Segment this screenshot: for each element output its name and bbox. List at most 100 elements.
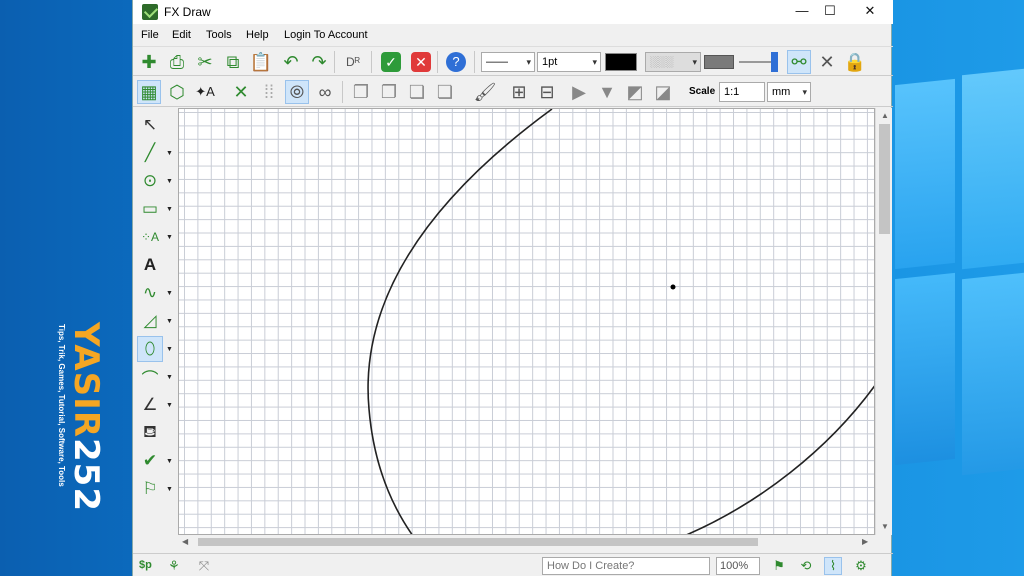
label-point-tool-icon[interactable]: ⁘A <box>137 224 163 250</box>
slider-icon[interactable] <box>771 52 778 72</box>
angle-mark-tool-icon[interactable]: ∠ <box>137 392 163 418</box>
tool-palette: ↖ ╱ ▼ ⊙ ▼ ▭ ▼ ⁘A ▼ A ∿ ▼ ◿ ▼ ⬯ ▼ ⌒ ▼ ∠ ▼ ⛾ ✔ ▼ ⚐ ▼ <box>133 108 177 548</box>
scroll-left-icon[interactable]: ◀ <box>182 537 188 546</box>
chevron-down-icon[interactable]: ▼ <box>166 178 173 185</box>
select-pointer-icon[interactable]: ↖ <box>137 112 163 138</box>
ellipse-tool-icon[interactable]: ⬯ <box>137 336 163 362</box>
bring-forward-icon[interactable]: ❐ <box>377 80 401 104</box>
rectangle-tool-icon[interactable]: ▭ <box>137 196 163 222</box>
line-style-value: —— <box>486 56 508 68</box>
line-width-select[interactable]: 1pt ▾ <box>537 52 601 72</box>
fill-color-icon[interactable] <box>704 55 734 69</box>
snap-status-icon[interactable]: ⚘ <box>165 557 183 575</box>
watermark-brand-a: YASIR <box>66 322 106 438</box>
fill-pattern-select[interactable]: ░░░ ▾ <box>645 52 701 72</box>
tick-mark-tool-icon[interactable]: ✔ <box>137 448 163 474</box>
chevron-down-icon: ▾ <box>526 57 531 67</box>
chevron-down-icon[interactable]: ▼ <box>166 206 173 213</box>
bring-front-icon[interactable]: ❐ <box>349 80 373 104</box>
graph-mode-icon[interactable]: ⌇ <box>824 557 842 575</box>
ellipse-arc-right[interactable] <box>684 384 875 535</box>
tools-icon[interactable]: ✕ <box>815 50 839 74</box>
rotate-right-icon[interactable]: ◪ <box>651 80 675 104</box>
ungroup-icon[interactable]: ⊟ <box>535 80 559 104</box>
copy-icon[interactable]: ⧉ <box>221 50 245 74</box>
isometric-grid-icon[interactable]: ⬡ <box>165 80 189 104</box>
help-icon[interactable]: ? <box>444 50 468 74</box>
zoom-input[interactable]: 100% <box>716 557 760 575</box>
link-icon[interactable]: ⚯ <box>787 50 811 74</box>
ok-icon[interactable]: ✓ <box>379 50 403 74</box>
menu-tools[interactable]: Tools <box>206 29 232 41</box>
undo-icon[interactable]: ↶ <box>279 50 303 74</box>
ellipse-arc-left[interactable] <box>367 109 553 535</box>
clipart-tool-icon[interactable]: ⚐ <box>137 476 163 502</box>
center-point[interactable] <box>670 284 676 290</box>
watermark-brand-b: 252 <box>66 438 106 512</box>
history-icon[interactable]: ⟲ <box>797 557 815 575</box>
dr-icon[interactable]: Dᴿ <box>341 50 365 74</box>
chevron-down-icon[interactable]: ▼ <box>166 458 173 465</box>
line-tool-icon[interactable]: ╱ <box>137 140 163 166</box>
print-icon[interactable]: ⎙ <box>165 50 189 74</box>
menu-edit[interactable]: Edit <box>172 29 191 41</box>
arc-tool-icon[interactable]: ⌒ <box>137 364 163 390</box>
format-painter-icon[interactable]: 🖌 <box>473 80 497 104</box>
chevron-down-icon[interactable]: ▼ <box>166 150 173 157</box>
settings-gear-icon[interactable]: ⚙ <box>852 557 870 575</box>
format-toolbar: ▦ ⬡ ✦A ✕ ⁞⁞ ⦾ ∞ ❐ ❐ ❏ ❏ 🖌 ⊞ ⊟ ▶ ▼ ◩ ◪ Sc… <box>133 77 893 107</box>
horizontal-scroll-thumb[interactable] <box>198 538 758 546</box>
status-bar: $p ⚘ ⤧ How Do I Create? 100% ⚑ ⟲ ⌇ ⚙ <box>133 553 893 576</box>
chevron-down-icon[interactable]: ▼ <box>166 290 173 297</box>
cancel-icon[interactable]: ✕ <box>409 50 433 74</box>
chevron-down-icon[interactable]: ▼ <box>166 346 173 353</box>
vertical-scrollbar[interactable]: ▲ ▼ <box>875 108 892 535</box>
snap-off-icon[interactable]: ∞ <box>313 80 337 104</box>
circle-tool-icon[interactable]: ⊙ <box>137 168 163 194</box>
send-back-icon[interactable]: ❏ <box>405 80 429 104</box>
scroll-up-icon[interactable]: ▲ <box>881 111 889 120</box>
menu-file[interactable]: File <box>141 29 159 41</box>
redo-icon[interactable]: ↷ <box>307 50 331 74</box>
paste-icon[interactable]: 📋 <box>249 50 273 74</box>
units-select[interactable]: mm ▾ <box>767 82 811 102</box>
scroll-right-icon[interactable]: ▶ <box>862 537 868 546</box>
line-style-select[interactable]: —— ▾ <box>481 52 535 72</box>
new-icon[interactable]: ✚ <box>137 50 161 74</box>
chevron-down-icon[interactable]: ▼ <box>166 374 173 381</box>
chevron-down-icon[interactable]: ▼ <box>166 234 173 241</box>
grid-icon[interactable]: ▦ <box>137 80 161 104</box>
cut-icon[interactable]: ✂ <box>193 50 217 74</box>
curve-tool-icon[interactable]: ∿ <box>137 280 163 306</box>
horizontal-scrollbar[interactable]: ◀ ▶ <box>178 535 875 549</box>
close-button[interactable]: ✕ <box>847 0 893 24</box>
snap-off-status-icon[interactable]: ⤧ <box>195 557 213 575</box>
sp-button[interactable]: $p <box>139 559 152 571</box>
text-tool-icon[interactable]: A <box>137 252 163 278</box>
scale-input[interactable]: 1:1 <box>719 82 765 102</box>
separator <box>342 81 343 103</box>
chevron-down-icon[interactable]: ▼ <box>166 486 173 493</box>
menu-help[interactable]: Help <box>246 29 269 41</box>
drawing-canvas[interactable] <box>178 108 875 535</box>
chevron-down-icon[interactable]: ▼ <box>166 318 173 325</box>
how-do-i-create-input[interactable]: How Do I Create? <box>542 557 710 575</box>
scroll-down-icon[interactable]: ▼ <box>881 522 889 531</box>
flip-horizontal-icon[interactable]: ▶ <box>567 80 591 104</box>
snap-icon[interactable]: ⦾ <box>285 80 309 104</box>
dot-grid-icon[interactable]: ⁞⁞ <box>257 80 281 104</box>
menu-login[interactable]: Login To Account <box>284 29 368 41</box>
vertical-scroll-thumb[interactable] <box>879 124 890 234</box>
snap-text-icon[interactable]: ✦A <box>193 80 217 104</box>
chevron-down-icon[interactable]: ▼ <box>166 402 173 409</box>
group-icon[interactable]: ⊞ <box>507 80 531 104</box>
lock-icon[interactable]: 🔒 <box>843 50 867 74</box>
send-backward-icon[interactable]: ❏ <box>433 80 457 104</box>
delete-icon[interactable]: ✕ <box>229 80 253 104</box>
rotate-left-icon[interactable]: ◩ <box>623 80 647 104</box>
flip-vertical-icon[interactable]: ▼ <box>595 80 619 104</box>
flag-icon[interactable]: ⚑ <box>770 557 788 575</box>
angle-tool-icon[interactable]: ◿ <box>137 308 163 334</box>
line-color-swatch[interactable] <box>605 53 637 71</box>
fill-bucket-icon[interactable]: ⛾ <box>137 420 163 446</box>
